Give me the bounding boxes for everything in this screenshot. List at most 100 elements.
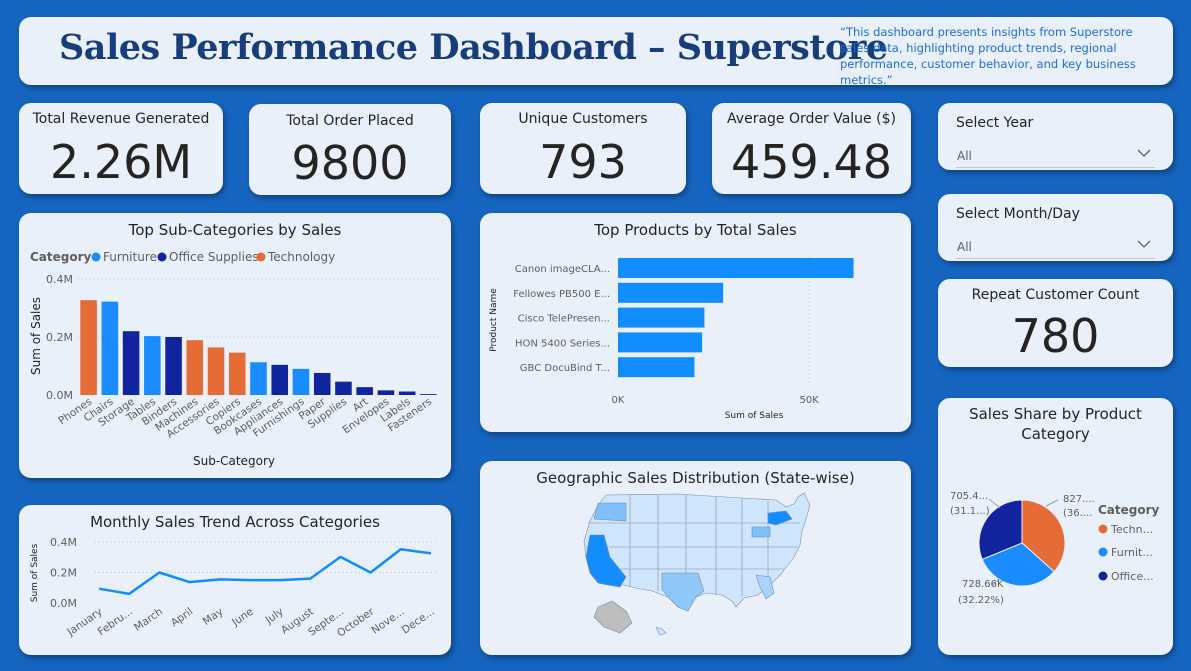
kpi-customers-value: 793 — [539, 135, 627, 189]
kpi-customers-label: Unique Customers — [518, 111, 648, 127]
pie-pct-label: (36.... — [1063, 508, 1092, 519]
kpi-card-aov: Average Order Value ($) 459.48 — [712, 103, 911, 194]
kpi-repeat-value: 780 — [1011, 309, 1100, 363]
us-state-map[interactable] — [480, 461, 911, 655]
kpi-card-revenue: Total Revenue Generated 2.26M — [19, 103, 223, 194]
slicer-year-value: All — [957, 149, 972, 163]
slicer-year-label: Select Year — [956, 115, 1034, 131]
y-tick-label: 0.2M — [46, 331, 73, 344]
y-tick-label: 0.0M — [46, 389, 73, 402]
legend-label: Furniture — [103, 250, 157, 264]
bar-labels — [398, 391, 416, 395]
slicer-month: Select Month/Day All — [938, 194, 1173, 261]
bar-binders — [165, 337, 182, 395]
legend-marker — [157, 252, 167, 262]
legend-label: Technology — [267, 250, 335, 264]
state-washington — [593, 502, 627, 522]
x-axis-title: Sum of Sales — [725, 411, 784, 421]
x-tick-label: Dece... — [400, 606, 437, 637]
product-bar — [618, 332, 703, 353]
legend-marker — [1098, 524, 1108, 534]
chevron-down-icon — [1137, 240, 1151, 248]
bar-machines — [186, 340, 204, 395]
slicer-month-dropdown[interactable]: All — [938, 231, 1173, 259]
pie-legend-office[interactable]: Office... — [1098, 570, 1154, 583]
kpi-card-orders: Total Order Placed 9800 — [249, 104, 451, 195]
pie-pct-label: (32.22%) — [958, 595, 1004, 606]
pie-pct-label: (31.1...) — [950, 506, 990, 517]
slicer-month-underline — [956, 258, 1155, 259]
y-tick-label: 0.0M — [50, 597, 77, 610]
slicer-month-label: Select Month/Day — [956, 206, 1080, 222]
state-alaska — [593, 600, 633, 634]
legend-item-furniture[interactable]: Furniture — [91, 250, 157, 264]
legend-item-office-supplies[interactable]: Office Supplies — [157, 250, 259, 264]
page-title: Sales Performance Dashboard – Superstore — [59, 27, 888, 68]
kpi-revenue-label: Total Revenue Generated — [32, 111, 210, 127]
slicer-year-underline — [956, 167, 1155, 168]
pie-label-technology: 827.... (36.... — [1063, 494, 1095, 519]
slicer-year: Select Year All — [938, 103, 1173, 170]
monthly-trend-card: Monthly Sales Trend Across Categories Su… — [19, 505, 451, 655]
bar-storage — [122, 331, 140, 395]
legend-label: Techn... — [1110, 523, 1153, 536]
kpi-repeat-label: Repeat Customer Count — [971, 287, 1140, 303]
x-tick-label: April — [169, 606, 196, 630]
bar-accessories — [207, 347, 225, 395]
y-tick-label: Cisco TelePresen... — [518, 314, 610, 325]
subcategory-chart: Category Furniture Office Supplies Techn… — [29, 250, 439, 468]
dashboard-description: “This dashboard presents insights from S… — [840, 25, 1136, 85]
top-products-card: Top Products by Total Sales Product Name… — [480, 213, 911, 432]
y-tick-label: 0.2M — [50, 567, 77, 580]
y-axis-title: Product Name — [489, 288, 499, 352]
bar-supplies — [335, 381, 352, 395]
pie-label-office: 705.4... (31.1...) — [950, 491, 990, 517]
chevron-down-icon — [1137, 149, 1151, 157]
y-tick-label: 0.4M — [46, 273, 73, 286]
x-tick-label: 0K — [612, 395, 625, 406]
legend-item-technology[interactable]: Technology — [256, 250, 336, 264]
sales-trend-line — [98, 548, 432, 596]
legend-label: Furnit... — [1111, 546, 1153, 559]
legend-label: Office Supplies — [169, 250, 259, 264]
x-axis-title: Sub-Category — [193, 454, 275, 468]
pie-value-label: 705.4... — [950, 491, 988, 502]
legend-title: Category — [30, 250, 92, 264]
map-card: Geographic Sales Distribution (State-wis… — [480, 461, 911, 655]
legend-marker — [91, 252, 101, 262]
pie-value-label: 827.... — [1063, 494, 1095, 505]
y-tick-label: Canon imageCLA... — [515, 264, 610, 275]
top-products-chart: Product Name Sum of Sales 0K 50K Canon im… — [489, 257, 854, 421]
bar-paper — [313, 372, 331, 395]
kpi-aov-value: 459.48 — [731, 135, 892, 189]
bar-bookcases — [250, 362, 267, 395]
bar-chairs — [101, 301, 119, 395]
pie-card: Sales Share by Product Category 705.4...… — [938, 398, 1173, 655]
bar-phones — [80, 300, 97, 395]
kpi-orders-value: 9800 — [291, 136, 409, 190]
legend-marker — [256, 252, 266, 262]
pie-legend-title: Category — [1098, 503, 1160, 517]
bar-fasteners — [420, 394, 437, 395]
subcategory-chart-card: Top Sub-Categories by Sales Category Fur… — [19, 213, 451, 478]
bar-envelopes — [377, 390, 395, 395]
state-pennsylvania — [751, 526, 771, 538]
x-tick-label: June — [229, 606, 255, 630]
kpi-card-repeat: Repeat Customer Count 780 — [938, 279, 1173, 367]
state-texas — [661, 572, 705, 612]
x-tick-label: 50K — [800, 395, 820, 406]
y-axis-title: Sum of Sales — [29, 297, 43, 375]
slicer-year-dropdown[interactable]: All — [938, 140, 1173, 168]
kpi-card-customers: Unique Customers 793 — [480, 103, 686, 194]
bar-copiers — [228, 352, 246, 395]
pie-leader-line — [988, 498, 1001, 509]
y-tick-label: HON 5400 Series... — [515, 338, 610, 349]
bar-art — [356, 387, 373, 395]
x-tick-label: Febru... — [96, 606, 135, 639]
header-card: Sales Performance Dashboard – Superstore… — [19, 17, 1173, 85]
y-axis-title: Sum of Sales — [30, 543, 40, 602]
pie-chart: 705.4... (31.1...) 827.... (36.... 728.6… — [950, 491, 1160, 606]
pie-legend-furniture[interactable]: Furnit... — [1098, 546, 1153, 559]
pie-legend-technology[interactable]: Techn... — [1098, 523, 1154, 536]
pie-label-furniture: 728.66K (32.22%) — [958, 579, 1004, 606]
